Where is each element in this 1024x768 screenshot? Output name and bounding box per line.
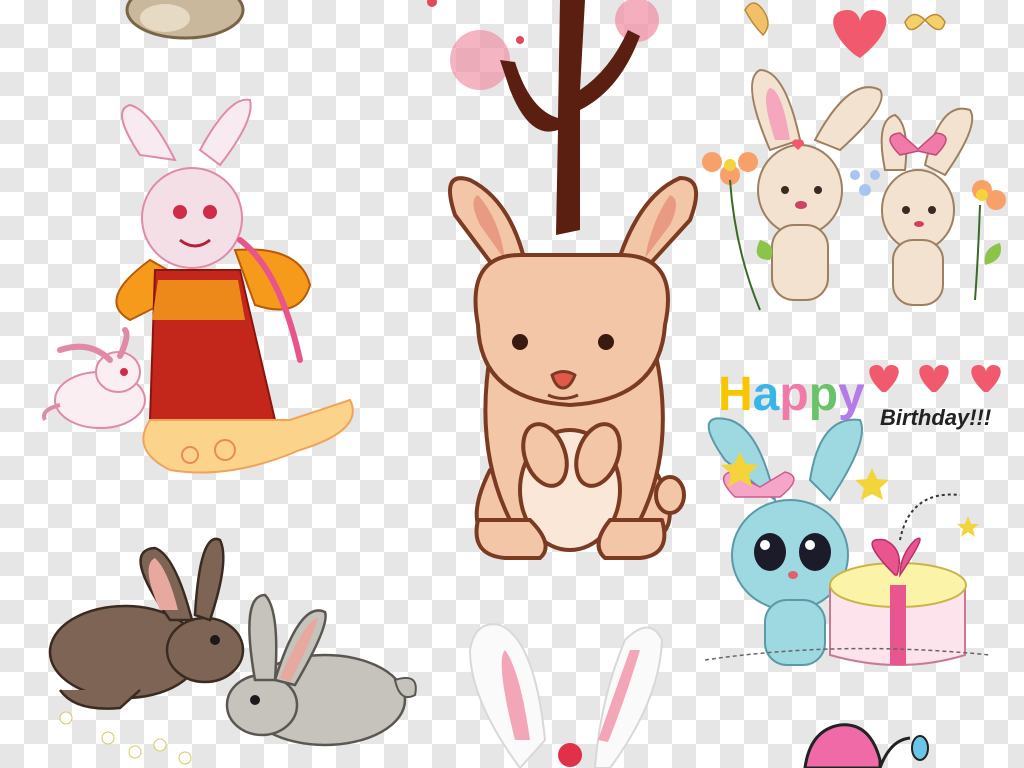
cropped-fluffy-rabbit-tail xyxy=(125,0,245,40)
goddess-right-ear xyxy=(198,98,252,167)
blue-bunny-with-gift xyxy=(704,417,991,666)
butterfly-left xyxy=(744,2,769,37)
bunny2-head xyxy=(881,169,955,251)
blue-bunny-body xyxy=(764,599,826,666)
center-cartoon-bunny xyxy=(448,176,699,560)
blue-left-eye xyxy=(754,533,786,571)
bunny-couple-with-flowers xyxy=(702,2,1006,311)
goddess-left-ear xyxy=(121,103,177,162)
greeting-letter-4: y xyxy=(838,368,865,421)
greeting-letter-0: H xyxy=(718,368,753,421)
star-icon xyxy=(855,468,889,500)
star-icon xyxy=(957,516,979,537)
tree-trunk xyxy=(500,0,640,235)
blue-right-eye xyxy=(799,533,831,571)
small-jade-rabbit xyxy=(42,327,146,429)
flower-left xyxy=(702,152,761,311)
left-eye xyxy=(512,334,528,350)
red-flower-brooch xyxy=(558,743,582,767)
cropped-pink-heart-character xyxy=(803,723,929,768)
bunny1-body xyxy=(771,224,829,301)
greeting-letter-1: a xyxy=(753,368,780,421)
greeting-letter-2: p xyxy=(779,368,808,421)
blue-right-ear xyxy=(808,418,863,502)
heart-icon xyxy=(869,365,899,392)
heart-icon xyxy=(971,365,1001,392)
flower-right xyxy=(972,180,1006,301)
pink-blossom-left xyxy=(450,30,510,90)
greeting-letter-3: p xyxy=(809,368,838,421)
gift-ribbon-vertical xyxy=(890,585,906,665)
brown-rabbit-head xyxy=(165,616,245,684)
moon-goddess-with-rabbit xyxy=(42,98,354,474)
heart-icon xyxy=(919,365,949,392)
birthday-word: Birthday!!! xyxy=(880,405,991,430)
bunny1-right-ear xyxy=(813,86,883,152)
right-foot xyxy=(596,518,667,560)
heart-top xyxy=(833,10,887,58)
grey-rabbit-left-ear xyxy=(248,593,278,682)
bunny2-body xyxy=(892,239,944,306)
brown-and-grey-rabbits xyxy=(48,537,417,765)
happy-word: Happy xyxy=(718,368,865,421)
brown-rabbit-right-ear xyxy=(193,537,225,622)
butterfly-right xyxy=(904,13,946,31)
transparent-checker-canvas: Happy Birthday!!! xyxy=(0,0,1024,768)
goddess-head xyxy=(141,167,243,269)
white-right-ear xyxy=(593,626,664,768)
right-eye xyxy=(598,334,614,350)
bunny1-head xyxy=(757,144,843,236)
white-bunny-ears xyxy=(468,623,664,768)
small-daisies xyxy=(59,711,192,765)
left-foot xyxy=(474,518,548,560)
pink-polka-bow xyxy=(889,132,947,156)
bunny-tail xyxy=(654,475,686,515)
clipart-collage: Happy Birthday!!! xyxy=(42,0,1006,768)
